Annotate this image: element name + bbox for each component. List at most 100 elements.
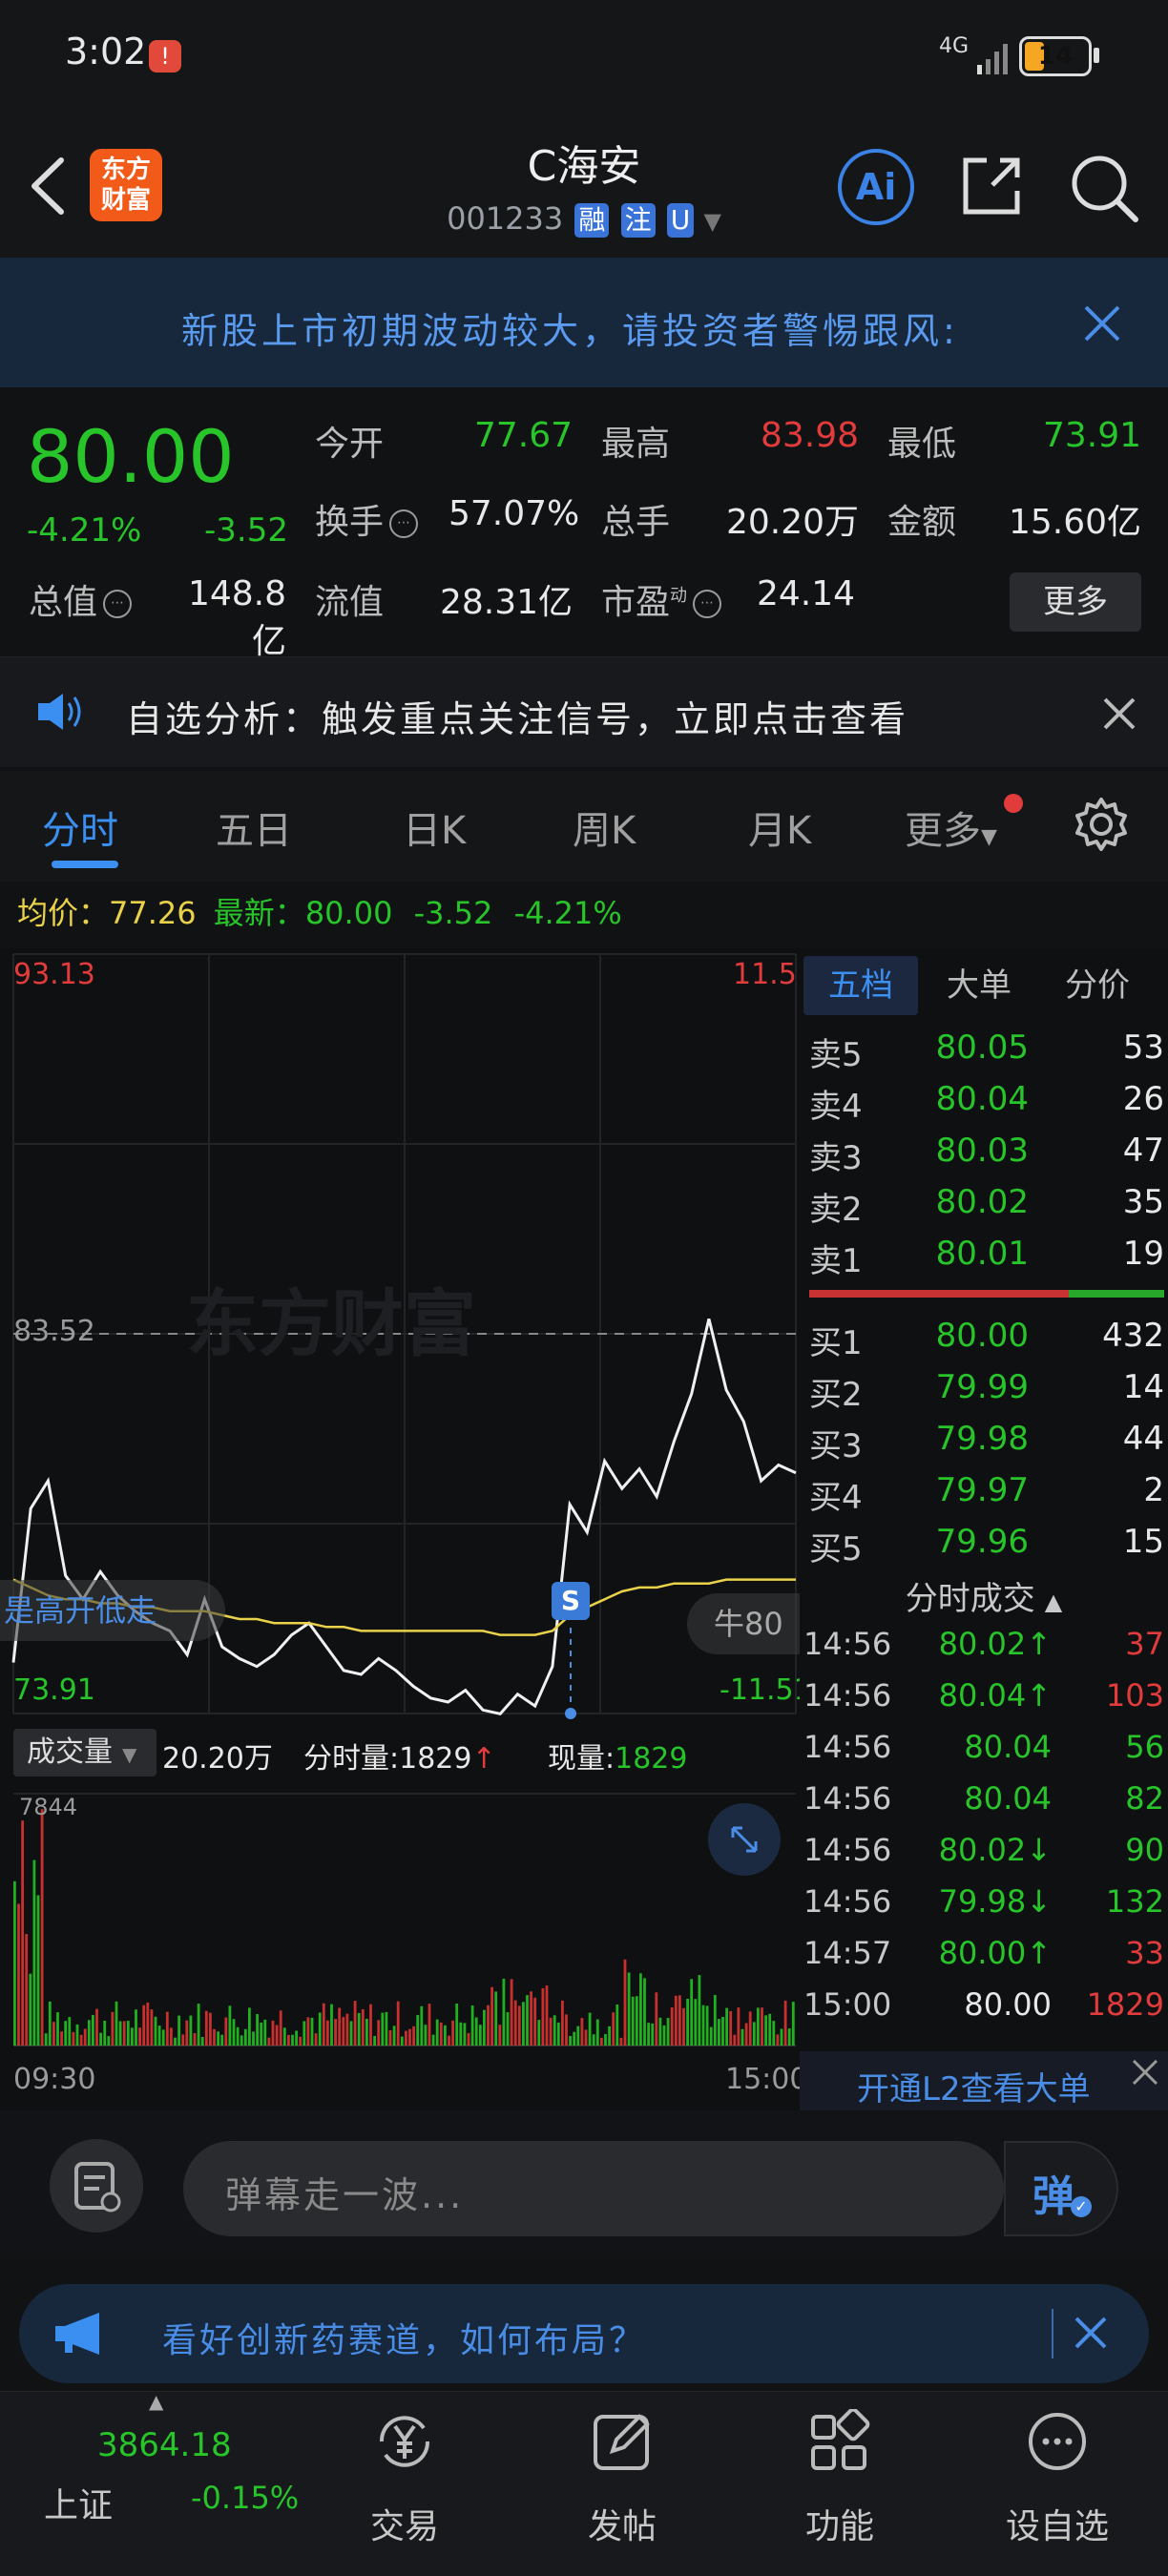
volume-bar (729, 2011, 733, 2046)
close-icon[interactable] (1128, 2055, 1162, 2089)
volume-bar (338, 2007, 342, 2046)
more-button[interactable]: 更多 (1010, 572, 1141, 632)
info-icon: ⋯ (103, 590, 133, 618)
chart-canvas: 东方财富 (11, 953, 797, 2046)
volume-bar (748, 2011, 752, 2046)
volume-bar (490, 1986, 493, 2046)
volume-bar (494, 1991, 498, 2046)
volume-bar (615, 2005, 619, 2046)
volume-bar (79, 2034, 83, 2046)
volume-bar (232, 2019, 236, 2046)
market-cap-label[interactable]: 总值 ⋯ (29, 574, 133, 624)
intraday-chart[interactable]: 东方财富 93.13 11.51% 83.52 73.91 -11.51% 是高… (0, 948, 842, 2110)
volume-bar (772, 2021, 776, 2046)
volume-bar (459, 2022, 463, 2046)
volume-bar (533, 1997, 537, 2046)
volume-indicator-select[interactable]: 成交量 ▼ (13, 1729, 156, 1776)
l2-upgrade-banner[interactable]: 开通L2查看大单 (800, 2051, 1168, 2110)
volume-bar (705, 2005, 709, 2046)
volume-bar (483, 2009, 486, 2046)
ask-row: 卖4 80.04 26 (809, 1080, 1164, 1126)
latest-value: 80.00 (304, 895, 393, 931)
signal-icon (977, 44, 1008, 74)
promo-banner[interactable]: 看好创新药赛道，如何布局？ (19, 2284, 1149, 2383)
volume-bar (721, 2017, 724, 2046)
volume-bar (608, 2025, 611, 2046)
divider (1052, 2309, 1053, 2358)
volume-bar (561, 2000, 564, 2046)
danmaku-placeholder: 弹幕走一波... (225, 2174, 465, 2216)
right-overlay-tag[interactable]: 牛80 (687, 1593, 800, 1654)
volume-bar (444, 2025, 447, 2046)
volume-bar (405, 2030, 407, 2046)
volume-bar (537, 2020, 541, 2046)
nav-add-watchlist[interactable]: 设自选 (971, 2392, 1143, 2576)
volume-bar (275, 2025, 279, 2046)
tab-weekly-k[interactable]: 周K (573, 800, 636, 855)
pe-label[interactable]: 市盈动 ⋯ (601, 574, 722, 624)
volume-bar (388, 2030, 392, 2046)
status-time: 3:02 (65, 31, 147, 73)
volume-bar (271, 2020, 275, 2046)
turnover-label[interactable]: 换手 ⋯ (315, 494, 419, 544)
tab-intraday[interactable]: 分时 (42, 800, 118, 855)
analysis-banner[interactable]: 自选分析：触发重点关注信号，立即点击查看 (0, 656, 1168, 767)
danmaku-toggle-button[interactable]: 弹 ✓ (1004, 2141, 1118, 2236)
sell-signal-marker[interactable]: S (552, 1582, 590, 1620)
volume-bar (220, 2034, 224, 2046)
index-ticker[interactable]: ▲ 3864.18 上证 -0.15% (19, 2390, 299, 2576)
volume-bar (64, 2021, 68, 2046)
expand-icon[interactable] (708, 1803, 781, 1876)
volume-bar (342, 2017, 345, 2046)
volume-max: 7844 (19, 1794, 78, 1820)
share-icon[interactable] (958, 153, 1025, 219)
close-icon[interactable] (1078, 300, 1126, 347)
tab-daily-k[interactable]: 日K (403, 800, 466, 855)
notification-dot (1004, 794, 1023, 813)
trades-title[interactable]: 分时成交 ▲ (800, 1572, 1168, 1619)
search-icon[interactable] (1067, 151, 1139, 223)
tab-five-day[interactable]: 五日 (216, 800, 292, 855)
left-overlay-tag[interactable]: 是高开低走 (0, 1580, 225, 1641)
marker-dot (565, 1708, 576, 1719)
settings-gear-icon[interactable] (1073, 796, 1130, 853)
back-arrow-icon[interactable] (23, 153, 80, 219)
volume-bar (165, 2011, 169, 2046)
trade-row: 14:56 80.04 82 (803, 1780, 1164, 1817)
volume-bar (174, 2037, 177, 2046)
amount-value: 15.60亿 (1008, 503, 1141, 542)
float-cap-label: 流值 (315, 583, 385, 622)
volume-bar (44, 2033, 48, 2046)
stock-code-row[interactable]: 001233 融 注 U ▼ (401, 200, 767, 242)
tab-large-orders[interactable]: 大单 (922, 956, 1036, 1015)
close-icon[interactable] (1069, 2311, 1113, 2355)
volume-bar (213, 2028, 216, 2046)
volume-bar (761, 2007, 763, 2046)
nav-functions[interactable]: 功能 (754, 2392, 926, 2576)
nav-post[interactable]: 发帖 (536, 2392, 708, 2576)
danmaku-input[interactable]: 弹幕走一波... (183, 2141, 1004, 2236)
volume-bar (588, 2012, 592, 2046)
time-start: 09:30 (13, 2063, 96, 2096)
ai-assistant-button[interactable]: Ai (838, 149, 914, 225)
volume-bar (725, 2007, 728, 2046)
volume-bar (373, 2035, 376, 2046)
close-icon[interactable] (1095, 690, 1143, 737)
volume-bar (424, 2025, 428, 2046)
comment-settings-icon[interactable] (50, 2139, 143, 2233)
tab-monthly-k[interactable]: 月K (748, 800, 811, 855)
network-indicator: 4G (939, 34, 970, 58)
tab-more[interactable]: 更多▼ (905, 800, 997, 855)
app-logo[interactable]: 东方 财富 (90, 149, 162, 221)
current-volume: 现量:1829 (548, 1742, 688, 1776)
nav-trade[interactable]: 交易 (319, 2392, 490, 2576)
tab-price-distribution[interactable]: 分价 (1040, 956, 1155, 1015)
volume-bar (185, 2020, 189, 2046)
nav-add-watchlist-label: 设自选 (1005, 2507, 1109, 2546)
tab-five-levels[interactable]: 五档 (803, 956, 918, 1015)
volume-bar (431, 2034, 435, 2046)
volume-bar (506, 2012, 510, 2046)
nav-post-label: 发帖 (587, 2507, 657, 2546)
volume-bar (150, 2009, 154, 2046)
volume-bar (146, 2002, 150, 2046)
